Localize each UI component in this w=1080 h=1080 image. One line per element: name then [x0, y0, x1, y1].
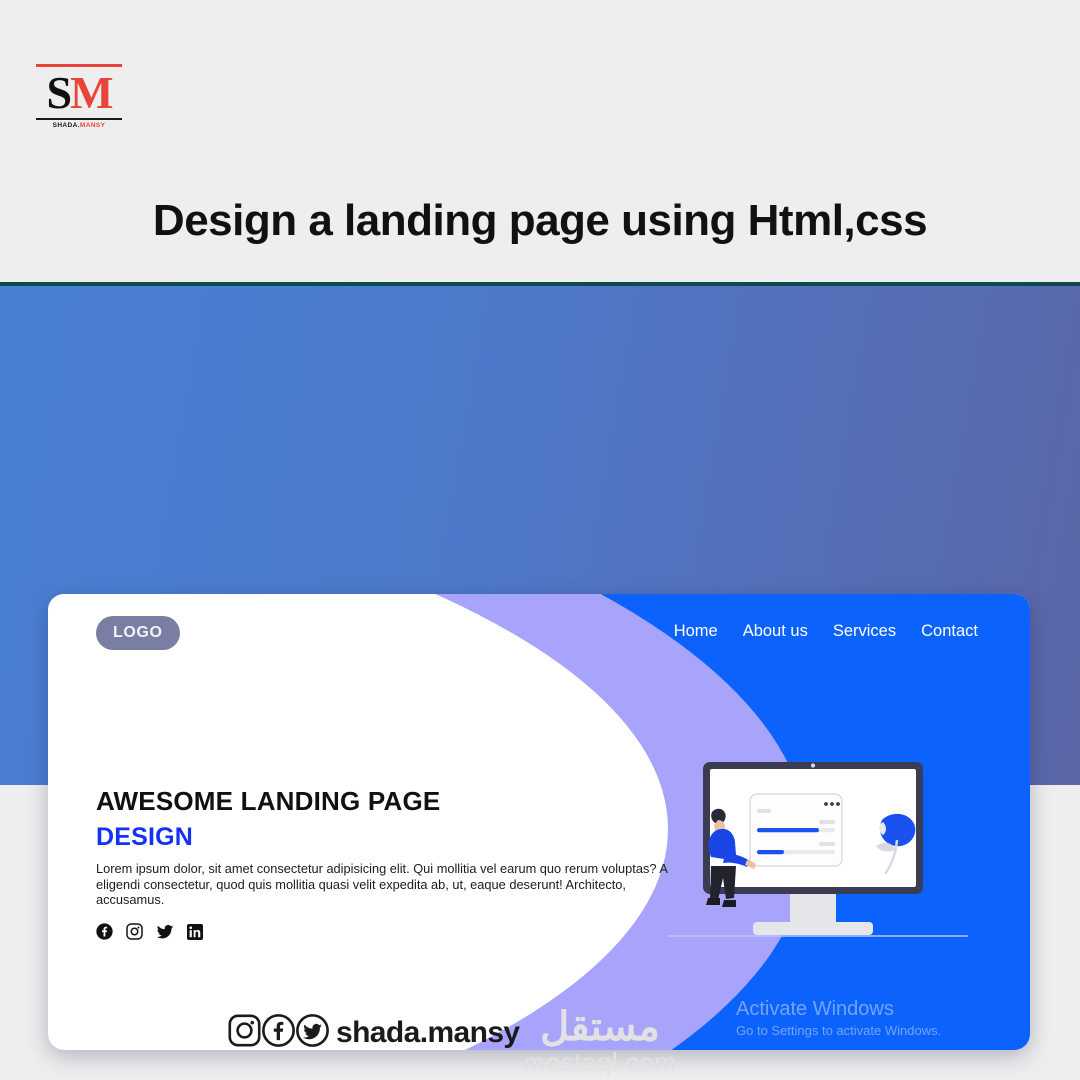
- landing-page-card: LOGO Home About us Services Contact AWES…: [48, 594, 1030, 1050]
- logo-bottom-rule: [36, 118, 122, 120]
- page-title: Design a landing page using Html,css: [152, 196, 928, 245]
- logo-monogram: SM: [36, 68, 122, 118]
- landing-nav: Home About us Services Contact: [674, 622, 978, 641]
- facebook-icon[interactable]: [262, 1014, 295, 1052]
- instagram-icon[interactable]: [228, 1014, 261, 1052]
- logo-letter-s: S: [46, 67, 72, 118]
- showcase-band: LOGO Home About us Services Contact AWES…: [0, 286, 1080, 1050]
- poster-canvas: SM SHADA.MANSY Design a landing page usi…: [0, 0, 1080, 1080]
- brand-logo: SM SHADA.MANSY: [36, 64, 122, 136]
- nav-item-services[interactable]: Services: [833, 622, 896, 641]
- footer: مستقل mostaql.com shada.mansy: [0, 1000, 1080, 1076]
- nav-item-contact[interactable]: Contact: [921, 622, 978, 641]
- linkedin-icon[interactable]: [187, 923, 203, 940]
- nav-item-home[interactable]: Home: [674, 622, 718, 641]
- logo-subtext: SHADA.MANSY: [36, 122, 122, 129]
- landing-logo-pill[interactable]: LOGO: [96, 616, 180, 650]
- person-at-monitor-illustration: [668, 754, 988, 974]
- hero-section: AWESOME LANDING PAGE DESIGN Lorem ipsum …: [96, 786, 676, 941]
- hero-social-links: [96, 923, 676, 941]
- twitter-icon[interactable]: [296, 1014, 329, 1052]
- logo-subtext-first: SHADA.: [52, 122, 80, 129]
- footer-handle: shada.mansy: [336, 1016, 520, 1049]
- hero-title: AWESOME LANDING PAGE: [96, 786, 441, 816]
- facebook-icon[interactable]: [96, 923, 113, 940]
- instagram-icon[interactable]: [126, 923, 143, 941]
- hero-body-text: Lorem ipsum dolor, sit amet consectetur …: [96, 861, 668, 908]
- hero-subtitle: DESIGN: [96, 823, 194, 851]
- logo-letter-m: M: [70, 67, 113, 118]
- twitter-icon[interactable]: [156, 923, 174, 941]
- mostaql-watermark-latin: mostaql.com: [523, 1047, 677, 1077]
- footer-credit: shada.mansy: [228, 1014, 520, 1052]
- logo-subtext-second: MANSY: [79, 122, 106, 129]
- nav-item-about-us[interactable]: About us: [743, 622, 808, 641]
